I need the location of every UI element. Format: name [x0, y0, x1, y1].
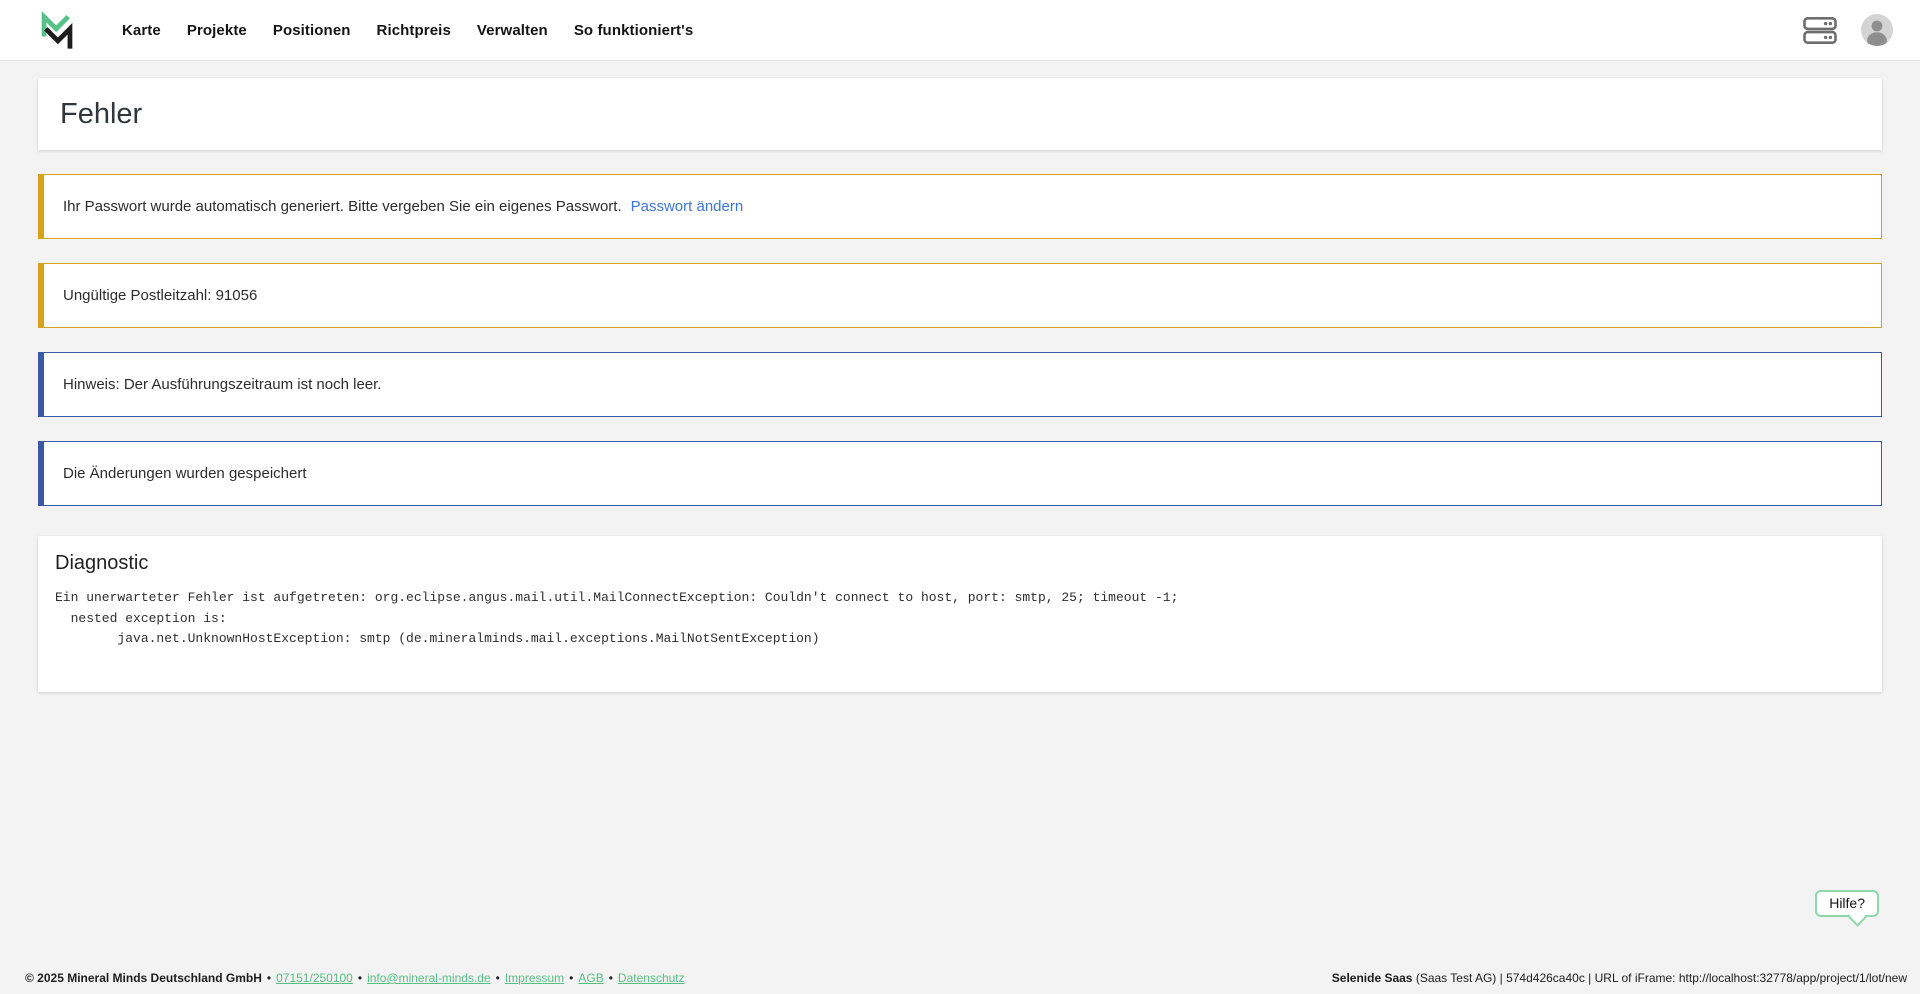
- footer-phone-link[interactable]: 07151/250100: [276, 971, 353, 985]
- nav-item-karte[interactable]: Karte: [122, 22, 161, 39]
- diagnostic-title: Diagnostic: [55, 552, 1865, 575]
- footer: © 2025 Mineral Minds Deutschland GmbH • …: [0, 971, 1920, 985]
- footer-separator: •: [569, 971, 573, 985]
- copyright-text: © 2025 Mineral Minds Deutschland GmbH: [25, 971, 262, 985]
- footer-left: © 2025 Mineral Minds Deutschland GmbH • …: [25, 971, 685, 985]
- page-title: Fehler: [60, 98, 142, 131]
- alert-execution-period-empty: Hinweis: Der Ausführungszeitraum ist noc…: [38, 352, 1882, 417]
- footer-separator: •: [609, 971, 613, 985]
- main-content: Fehler Ihr Passwort wurde automatisch ge…: [0, 78, 1920, 692]
- footer-email-link[interactable]: info@mineral-minds.de: [367, 971, 491, 985]
- diagnostic-stacktrace: Ein unerwarteter Fehler ist aufgetreten:…: [55, 588, 1865, 650]
- alert-text: Ungültige Postleitzahl: 91056: [63, 287, 257, 304]
- server-icon[interactable]: [1803, 17, 1837, 44]
- footer-separator: •: [267, 971, 271, 985]
- stacktrace-line: Ein unerwarteter Fehler ist aufgetreten:…: [55, 588, 1865, 609]
- change-password-link[interactable]: Passwort ändern: [631, 198, 744, 215]
- environment-details: (Saas Test AG) | 574d426ca40c | URL of i…: [1412, 971, 1907, 985]
- footer-impressum-link[interactable]: Impressum: [505, 971, 564, 985]
- alert-changes-saved: Die Änderungen wurden gespeichert: [38, 441, 1882, 506]
- nav-item-richtpreis[interactable]: Richtpreis: [377, 22, 451, 39]
- footer-agb-link[interactable]: AGB: [578, 971, 603, 985]
- footer-datenschutz-link[interactable]: Datenschutz: [618, 971, 685, 985]
- nav-item-so-funktionierts[interactable]: So funktioniert's: [574, 22, 693, 39]
- stacktrace-line: java.net.UnknownHostException: smtp (de.…: [55, 629, 1865, 650]
- diagnostic-card: Diagnostic Ein unerwarteter Fehler ist a…: [38, 536, 1882, 692]
- alert-text: Ihr Passwort wurde automatisch generiert…: [63, 198, 622, 215]
- stacktrace-line: nested exception is:: [55, 609, 1865, 630]
- footer-environment-info: Selenide Saas (Saas Test AG) | 574d426ca…: [1332, 971, 1907, 985]
- alert-password-generated: Ihr Passwort wurde automatisch generiert…: [38, 174, 1882, 239]
- logo-monogram-icon: [38, 10, 76, 51]
- nav-item-positionen[interactable]: Positionen: [273, 22, 351, 39]
- top-nav: Karte Projekte Positionen Richtpreis Ver…: [0, 0, 1920, 61]
- alert-text: Die Änderungen wurden gespeichert: [63, 465, 307, 482]
- alert-text: Hinweis: Der Ausführungszeitraum ist noc…: [63, 376, 381, 393]
- nav-item-verwalten[interactable]: Verwalten: [477, 22, 548, 39]
- help-label: Hilfe?: [1829, 895, 1865, 911]
- footer-separator: •: [358, 971, 362, 985]
- nav-item-projekte[interactable]: Projekte: [187, 22, 247, 39]
- page-title-card: Fehler: [38, 78, 1882, 150]
- speech-bubble-tail-icon: [1848, 908, 1866, 926]
- environment-name: Selenide Saas: [1332, 971, 1413, 985]
- footer-separator: •: [496, 971, 500, 985]
- user-avatar-icon[interactable]: [1860, 13, 1894, 47]
- mineral-minds-logo[interactable]: [38, 10, 76, 51]
- alert-invalid-postal-code: Ungültige Postleitzahl: 91056: [38, 263, 1882, 328]
- help-button[interactable]: Hilfe?: [1815, 890, 1879, 917]
- main-nav: Karte Projekte Positionen Richtpreis Ver…: [122, 22, 693, 39]
- nav-right-actions: [1803, 13, 1894, 47]
